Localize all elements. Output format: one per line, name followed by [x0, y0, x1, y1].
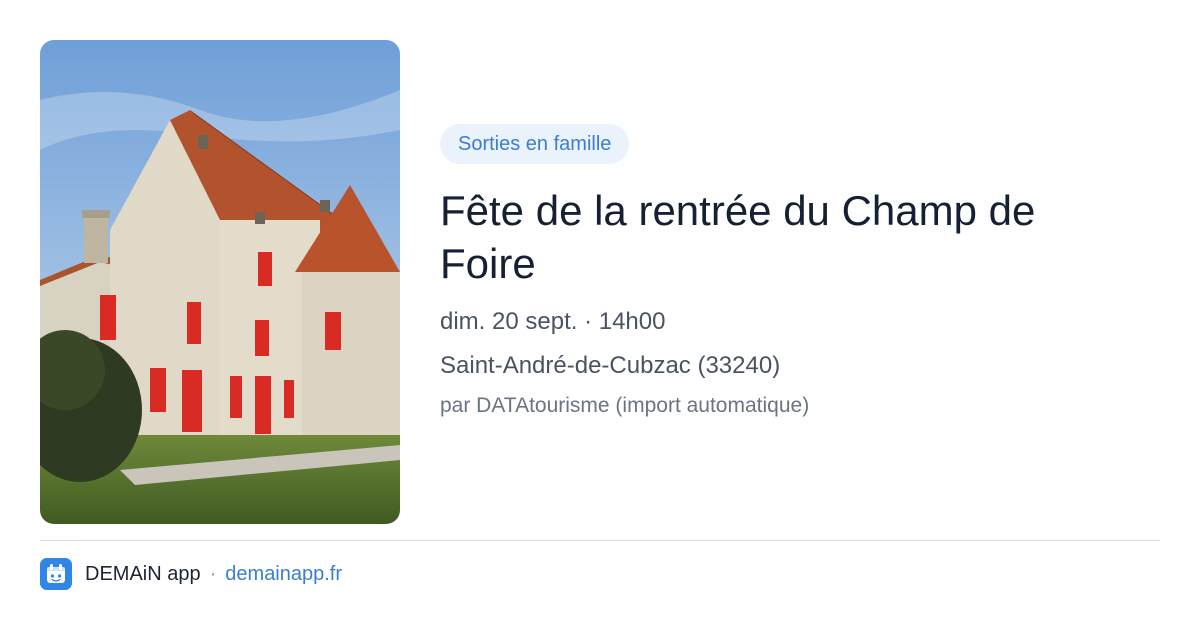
chateau-photo-illustration [40, 40, 400, 524]
demain-app-logo-icon[interactable] [40, 558, 72, 590]
event-location: Saint-André-de-Cubzac (33240) [440, 352, 781, 379]
category-badge[interactable]: Sorties en famille [440, 124, 630, 164]
footer-separator: · [209, 562, 217, 585]
app-name: DEMAiN app [85, 562, 201, 585]
event-title[interactable]: Fête de la rentrée du Champ de Foire [440, 184, 1120, 290]
event-info: Sorties en famille Fête de la rentrée du… [440, 124, 1160, 420]
event-datetime: dim. 20 sept. · 14h00 [440, 308, 666, 335]
footer: DEMAiN app · demainapp.fr [40, 558, 342, 590]
app-domain-link[interactable]: demainapp.fr [225, 563, 342, 586]
event-photo [40, 40, 400, 524]
event-source: par DATAtourisme (import automatique) [440, 394, 810, 417]
footer-divider [40, 540, 1160, 541]
